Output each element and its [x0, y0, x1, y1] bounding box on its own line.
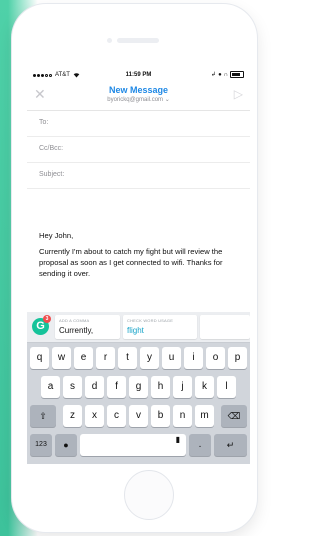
- key-e[interactable]: e: [74, 347, 93, 369]
- headphones-icon: ∩: [223, 71, 228, 78]
- message-body[interactable]: Hey John, Currently I'm about to catch m…: [39, 230, 244, 279]
- key-z[interactable]: z: [63, 405, 82, 427]
- to-label: To:: [39, 119, 49, 126]
- key-t[interactable]: t: [118, 347, 137, 369]
- return-key[interactable]: ↵: [214, 434, 247, 456]
- globe-icon: ●: [63, 440, 69, 450]
- suggestion-card-more[interactable]: [200, 315, 250, 339]
- from-address: byorickq@gmail.com: [107, 97, 164, 103]
- key-r[interactable]: r: [96, 347, 115, 369]
- suggestion-count-badge: 3: [43, 315, 51, 323]
- key-j[interactable]: j: [173, 376, 192, 398]
- key-k[interactable]: k: [195, 376, 214, 398]
- status-right: ↲ ● ∩: [211, 71, 244, 78]
- globe-key[interactable]: ●: [55, 434, 77, 456]
- to-field[interactable]: To:: [27, 110, 250, 137]
- microphone-icon: ▮: [175, 435, 180, 444]
- location-icon: ↲: [211, 72, 217, 78]
- period-key[interactable]: .: [189, 434, 211, 456]
- key-g[interactable]: g: [129, 376, 148, 398]
- key-p[interactable]: p: [228, 347, 247, 369]
- message-text: Currently I'm about to catch my fight bu…: [39, 247, 223, 278]
- key-y[interactable]: y: [140, 347, 159, 369]
- key-n[interactable]: n: [173, 405, 192, 427]
- message-greeting: Hey John,: [39, 231, 74, 240]
- key-h[interactable]: h: [151, 376, 170, 398]
- key-x[interactable]: x: [85, 405, 104, 427]
- subject-field[interactable]: Subject:: [27, 162, 250, 189]
- home-button[interactable]: [124, 470, 174, 520]
- cc-bcc-field[interactable]: Cc/Bcc:: [27, 136, 250, 163]
- from-account[interactable]: byorickq@gmail.com ⌄: [27, 96, 250, 103]
- return-icon: ↵: [226, 440, 235, 450]
- status-bar: AT&T 11:59 PM ↲ ● ∩: [27, 68, 250, 82]
- key-l[interactable]: l: [217, 376, 236, 398]
- key-w[interactable]: w: [52, 347, 71, 369]
- alarm-icon: ●: [218, 71, 222, 78]
- key-row-2: a s d f g h j k l: [27, 376, 250, 398]
- suggestion-type: ADD A COMMA: [59, 318, 90, 323]
- space-key[interactable]: ▮: [80, 434, 186, 456]
- key-row-1: q w e r t y u i o p: [27, 347, 250, 369]
- compose-header: ✕ New Message byorickq@gmail.com ⌄ ▷: [27, 82, 250, 111]
- cc-bcc-label: Cc/Bcc:: [39, 145, 64, 152]
- key-f[interactable]: f: [107, 376, 126, 398]
- key-row-4: 123 ● ▮ . ↵: [27, 434, 250, 456]
- compose-title: New Message: [108, 85, 169, 95]
- suggestion-card-comma[interactable]: ADD A COMMA Currently,: [55, 315, 120, 339]
- front-camera: [107, 38, 112, 43]
- subject-label: Subject:: [39, 171, 65, 178]
- shift-key[interactable]: ⇧: [30, 405, 56, 427]
- grammarly-suggestion-bar: G 3 ADD A COMMA Currently, CHECK WORD US…: [27, 312, 250, 343]
- key-m[interactable]: m: [195, 405, 214, 427]
- keyboard: G 3 ADD A COMMA Currently, CHECK WORD US…: [27, 312, 250, 464]
- suggestion-value: flight: [127, 326, 144, 335]
- key-a[interactable]: a: [41, 376, 60, 398]
- key-d[interactable]: d: [85, 376, 104, 398]
- shift-icon: ⇧: [39, 411, 47, 421]
- backspace-icon: ⌫: [227, 411, 241, 421]
- key-i[interactable]: i: [184, 347, 203, 369]
- suggestion-value: Currently,: [59, 326, 94, 335]
- earpiece-speaker: [117, 38, 159, 43]
- suggestion-type: CHECK WORD USAGE: [127, 318, 174, 323]
- key-o[interactable]: o: [206, 347, 225, 369]
- key-c[interactable]: c: [107, 405, 126, 427]
- chevron-down-icon: ⌄: [164, 97, 170, 103]
- key-b[interactable]: b: [151, 405, 170, 427]
- key-q[interactable]: q: [30, 347, 49, 369]
- suggestion-card-word-usage[interactable]: CHECK WORD USAGE flight: [123, 315, 197, 339]
- phone-screen: AT&T 11:59 PM ↲ ● ∩ ✕ New Message byoric…: [27, 68, 250, 464]
- numbers-key[interactable]: 123: [30, 434, 52, 456]
- battery-icon: [230, 71, 244, 78]
- key-v[interactable]: v: [129, 405, 148, 427]
- backspace-key[interactable]: ⌫: [221, 405, 247, 427]
- key-u[interactable]: u: [162, 347, 181, 369]
- key-row-3: ⇧ z x c v b n m ⌫: [27, 405, 250, 427]
- key-s[interactable]: s: [63, 376, 82, 398]
- send-icon[interactable]: ▷: [234, 87, 243, 101]
